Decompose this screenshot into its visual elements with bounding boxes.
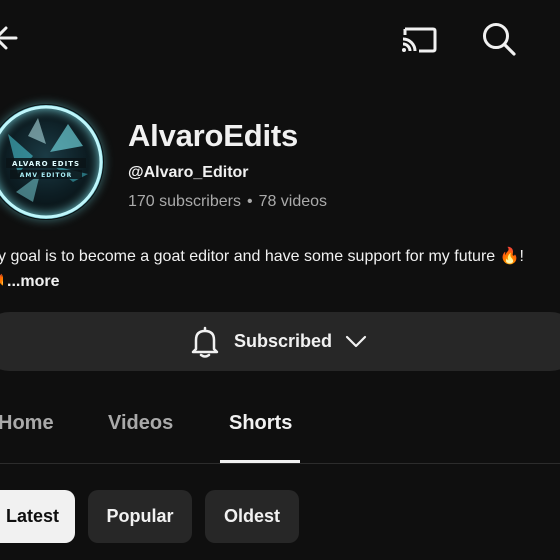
channel-name: AlvaroEdits	[128, 118, 299, 153]
svg-text:AMV EDITOR: AMV EDITOR	[20, 172, 72, 179]
tab-videos[interactable]: Videos	[108, 412, 173, 435]
sort-chip-popular[interactable]: Popular	[88, 490, 192, 543]
bell-icon[interactable]	[190, 325, 220, 359]
video-count: 78 videos	[258, 193, 328, 210]
cast-icon[interactable]	[398, 22, 440, 56]
tab-shorts[interactable]: Shorts	[229, 412, 292, 435]
tab-home[interactable]: Home	[0, 412, 54, 435]
channel-page: ALVARO EDITS AMV EDITOR AlvaroEdits @Alv…	[0, 0, 560, 560]
tabs-divider	[0, 463, 560, 464]
subscriber-count: 170 subscribers	[128, 193, 241, 210]
avatar-image: ALVARO EDITS AMV EDITOR	[0, 104, 104, 220]
sort-chip-oldest[interactable]: Oldest	[205, 490, 299, 543]
channel-avatar[interactable]: ALVARO EDITS AMV EDITOR	[0, 104, 104, 220]
stats-separator: •	[246, 193, 253, 210]
sort-chip-latest[interactable]: Latest	[0, 490, 75, 543]
search-icon[interactable]	[479, 20, 519, 58]
channel-stats: 170 subscribers • 78 videos	[128, 193, 327, 211]
back-arrow-icon[interactable]	[0, 21, 24, 55]
svg-text:ALVARO EDITS: ALVARO EDITS	[12, 160, 80, 168]
more-link[interactable]: ...more	[7, 273, 59, 290]
fire-emoji: 🔥	[0, 268, 3, 288]
description-more-row[interactable]: 🔥...more	[0, 268, 59, 291]
channel-description[interactable]: y goal is to become a goat editor and ha…	[0, 246, 560, 266]
channel-handle: @Alvaro_Editor	[128, 164, 249, 181]
chevron-down-icon[interactable]	[345, 333, 367, 349]
subscribed-label[interactable]: Subscribed	[234, 331, 332, 352]
